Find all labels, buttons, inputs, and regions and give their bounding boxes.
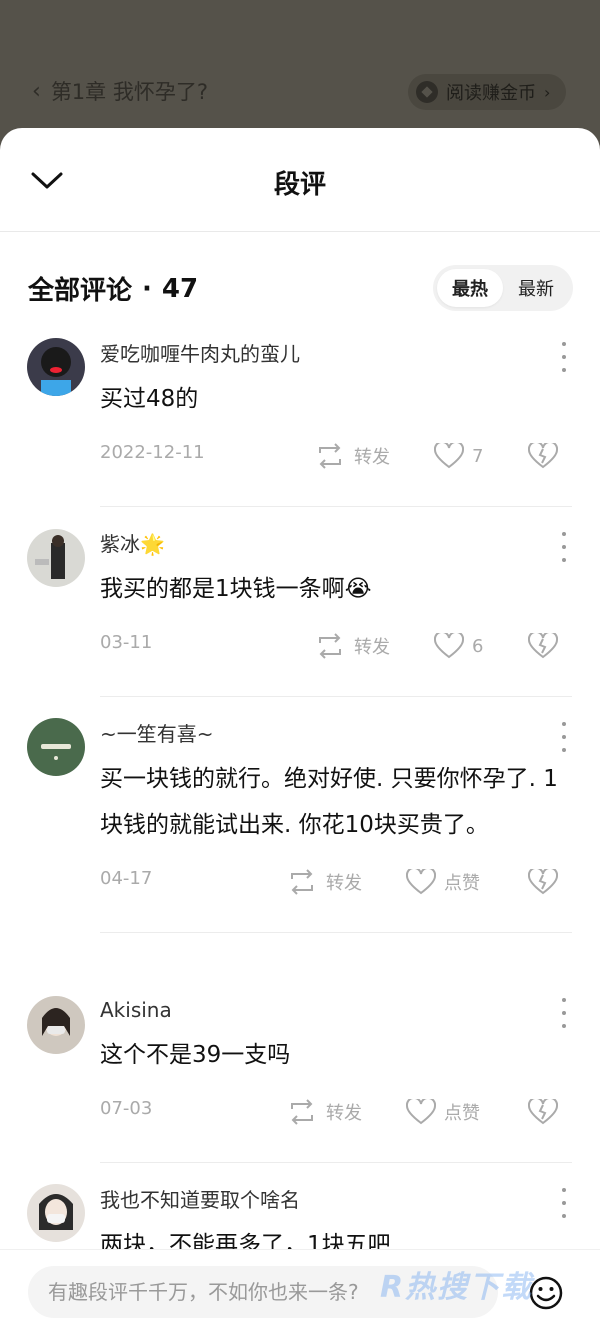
more-options-icon[interactable] xyxy=(556,722,572,752)
heart-icon xyxy=(434,633,464,659)
broken-heart-icon xyxy=(528,1099,558,1125)
comment-date: 2022-12-11 xyxy=(100,442,205,463)
broken-heart-icon xyxy=(528,633,558,659)
avatar[interactable] xyxy=(27,996,85,1054)
comment-text: 这个不是39一支吗 xyxy=(100,1042,291,1068)
comment-meta: 04-17 转发 点赞 xyxy=(100,852,572,912)
sort-latest-tab[interactable]: 最新 xyxy=(503,269,569,307)
like-label: 点赞 xyxy=(444,1103,480,1124)
heart-icon xyxy=(406,1099,436,1125)
sort-hot-tab[interactable]: 最热 xyxy=(437,269,503,307)
comment-item: 紫冰🌟 我买的都是1块钱一条啊😭 03-11 转发 6 xyxy=(0,500,600,697)
heart-icon xyxy=(434,443,464,469)
comment-username[interactable]: ~一笙有喜~ xyxy=(100,690,572,748)
earn-coins-button[interactable]: 阅读赚金币 › xyxy=(408,74,567,110)
more-options-icon[interactable] xyxy=(556,342,572,372)
avatar[interactable] xyxy=(27,1184,85,1242)
dislike-button[interactable] xyxy=(528,1092,558,1132)
chapter-title: 第1章 我怀孕了? xyxy=(50,80,208,104)
comment-item: Akisina 这个不是39一支吗 07-03 转发 点赞 xyxy=(0,966,600,1163)
comment-item: 爱吃咖喱牛肉丸的蛮儿 买过48的 2022-12-11 转发 7 xyxy=(0,328,600,507)
sheet-title: 段评 xyxy=(273,170,326,200)
more-options-icon[interactable] xyxy=(556,998,572,1028)
repost-button[interactable]: 转发 xyxy=(314,436,390,476)
comment-divider xyxy=(100,932,572,933)
repost-label: 转发 xyxy=(354,637,390,658)
comment-count-row: 全部评论 · 47 最热 最新 xyxy=(0,264,600,314)
heart-icon xyxy=(406,869,436,895)
sort-toggle: 最热 最新 xyxy=(433,265,573,311)
dislike-button[interactable] xyxy=(528,436,558,476)
dislike-button[interactable] xyxy=(528,862,558,902)
comment-input[interactable] xyxy=(28,1266,498,1318)
repost-icon xyxy=(291,1099,313,1125)
like-button[interactable]: 6 xyxy=(434,626,483,666)
chevron-right-icon: › xyxy=(544,82,551,102)
dislike-button[interactable] xyxy=(528,626,558,666)
comment-date: 03-11 xyxy=(100,632,153,653)
comment-input-bar xyxy=(0,1249,600,1333)
emoji-icon[interactable] xyxy=(528,1275,564,1311)
comment-username-text: 紫冰 xyxy=(100,532,140,556)
like-button[interactable]: 点赞 xyxy=(406,1092,480,1132)
comment-username[interactable]: 紫冰🌟 xyxy=(100,500,572,558)
like-label: 点赞 xyxy=(444,873,480,894)
comment-text: 我买的都是1块钱一条啊😭 xyxy=(100,576,372,602)
avatar[interactable] xyxy=(27,529,85,587)
comment-meta: 03-11 转发 6 xyxy=(100,616,572,676)
more-options-icon[interactable] xyxy=(556,1188,572,1218)
coin-icon xyxy=(416,81,438,103)
comment-username[interactable]: 我也不知道要取个啥名 xyxy=(100,1156,572,1214)
repost-icon xyxy=(319,633,341,659)
broken-heart-icon xyxy=(528,869,558,895)
earn-coins-label: 阅读赚金币 xyxy=(446,83,536,104)
chapter-title-bar[interactable]: ‹ 第1章 我怀孕了? xyxy=(32,76,208,106)
like-count: 7 xyxy=(472,445,484,467)
comment-item: ~一笙有喜~ 买一块钱的就行。绝对好使. 只要你怀孕了. 1块钱的就能试出来. … xyxy=(0,690,600,966)
comment-date: 07-03 xyxy=(100,1098,153,1119)
star-badge-icon: 🌟 xyxy=(140,532,165,556)
comment-list: 爱吃咖喱牛肉丸的蛮儿 买过48的 2022-12-11 转发 7 紫冰🌟 我买的… xyxy=(0,328,600,1276)
sheet-header: 段评 xyxy=(0,128,600,232)
comment-username[interactable]: 爱吃咖喱牛肉丸的蛮儿 xyxy=(100,328,572,368)
comment-count: 全部评论 · 47 xyxy=(28,270,198,307)
comment-total: 47 xyxy=(161,273,199,304)
comment-text: 买过48的 xyxy=(100,386,199,412)
repost-icon xyxy=(291,869,313,895)
repost-button[interactable]: 转发 xyxy=(286,862,362,902)
like-count: 6 xyxy=(472,635,484,657)
repost-icon xyxy=(319,443,341,469)
separator-dot: · xyxy=(142,273,152,304)
repost-label: 转发 xyxy=(354,447,390,468)
comment-date: 04-17 xyxy=(100,868,153,889)
avatar[interactable] xyxy=(27,718,85,776)
paragraph-comments-sheet: 段评 全部评论 · 47 最热 最新 爱吃咖喱牛肉丸的蛮儿 买过48的 2022… xyxy=(0,128,600,1333)
broken-heart-icon xyxy=(528,443,558,469)
more-options-icon[interactable] xyxy=(556,532,572,562)
repost-label: 转发 xyxy=(326,1103,362,1124)
like-button[interactable]: 点赞 xyxy=(406,862,480,902)
all-comments-label: 全部评论 xyxy=(28,276,133,306)
like-button[interactable]: 7 xyxy=(434,436,483,476)
comment-text: 买一块钱的就行。绝对好使. 只要你怀孕了. 1块钱的就能试出来. 你花10块买贵… xyxy=(100,766,558,838)
comment-meta: 2022-12-11 转发 7 xyxy=(100,426,572,486)
repost-button[interactable]: 转发 xyxy=(286,1092,362,1132)
back-chevron-icon[interactable]: ‹ xyxy=(32,79,41,104)
repost-button[interactable]: 转发 xyxy=(314,626,390,666)
repost-label: 转发 xyxy=(326,873,362,894)
avatar[interactable] xyxy=(27,338,85,396)
comment-meta: 07-03 转发 点赞 xyxy=(100,1082,572,1142)
comment-username[interactable]: Akisina xyxy=(100,966,572,1024)
